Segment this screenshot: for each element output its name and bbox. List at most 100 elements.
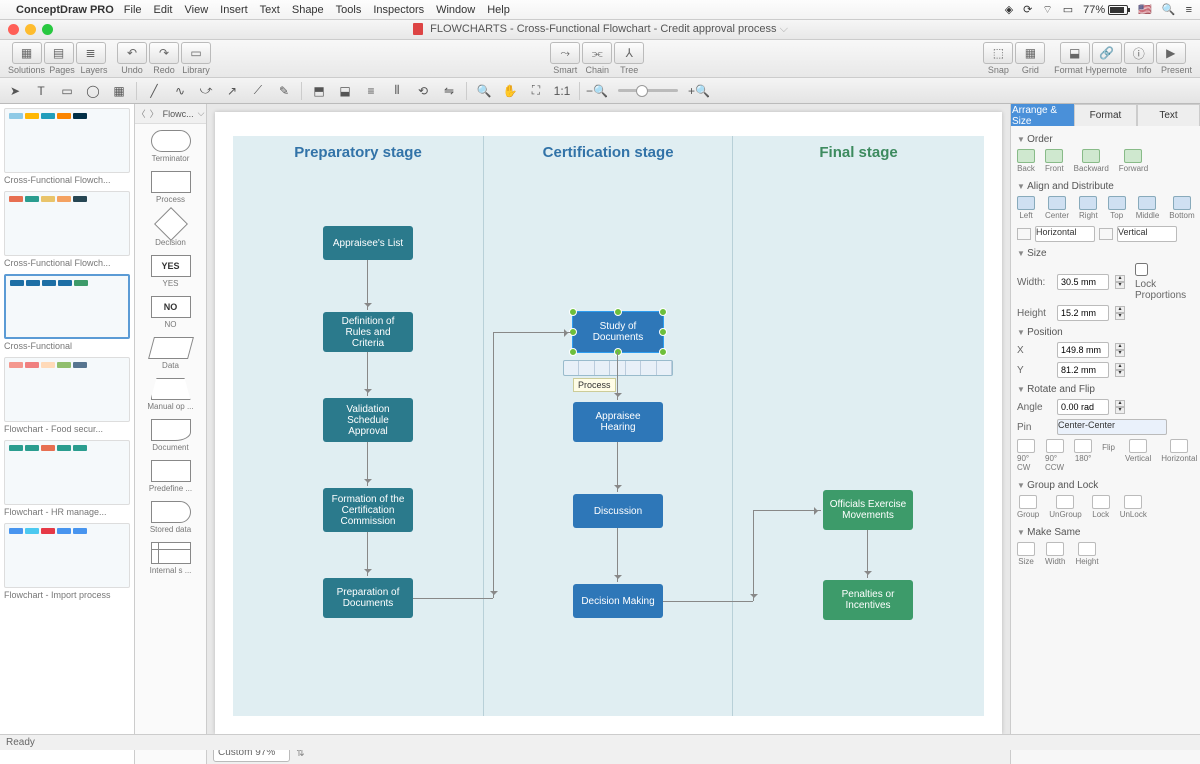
section-rotate-title[interactable]: Rotate and Flip (1017, 380, 1194, 397)
tab-format[interactable]: Format (1074, 104, 1137, 126)
distribute-tool-icon[interactable]: ⫴ (386, 81, 408, 101)
section-align-title[interactable]: Align and Distribute (1017, 177, 1194, 194)
hypernote-button[interactable]: 🔗 (1092, 42, 1122, 64)
angle-input[interactable] (1057, 399, 1109, 415)
menu-inspectors[interactable]: Inspectors (373, 4, 424, 16)
box-rules-criteria[interactable]: Definition of Rules and Criteria (323, 312, 413, 352)
flip-v-button[interactable] (1129, 439, 1147, 453)
status-spotlight-icon[interactable]: 🔍 (1162, 3, 1176, 16)
align-left-button[interactable] (1017, 196, 1035, 210)
align-middle-button[interactable] (1138, 196, 1156, 210)
resize-handle[interactable] (614, 308, 622, 316)
rect-tool-icon[interactable]: ▭ (56, 81, 78, 101)
rotate-tool-icon[interactable]: ⟲ (412, 81, 434, 101)
shapes-panel-header[interactable]: 〈 〉 Flowc... ⌵ (135, 104, 206, 124)
smart-button[interactable]: ⤳ (550, 42, 580, 64)
shape-stencil[interactable]: Decision (135, 206, 206, 249)
info-button[interactable]: ⓘ (1124, 42, 1154, 64)
box-preparation[interactable]: Preparation of Documents (323, 578, 413, 618)
status-flag-icon[interactable]: 🇺🇸 (1138, 3, 1152, 16)
menu-insert[interactable]: Insert (220, 4, 248, 16)
flip-tool-icon[interactable]: ⇋ (438, 81, 460, 101)
shape-stencil[interactable]: Document (135, 413, 206, 454)
box-decision-making[interactable]: Decision Making (573, 584, 663, 618)
connector-tool-icon[interactable]: ↗ (221, 81, 243, 101)
group-tool-icon[interactable]: ⬒ (308, 81, 330, 101)
resize-handle[interactable] (569, 348, 577, 356)
shape-stencil[interactable]: Terminator (135, 124, 206, 165)
distribute-v-select[interactable]: Vertical (1117, 226, 1177, 242)
app-name[interactable]: ConceptDraw PRO (16, 4, 114, 16)
x-input[interactable] (1057, 342, 1109, 358)
chain-button[interactable]: ⫘ (582, 42, 612, 64)
rotate-180-button[interactable] (1074, 439, 1092, 453)
makesame-width-button[interactable] (1046, 542, 1064, 556)
tree-button[interactable]: ⅄ (614, 42, 644, 64)
align-center-button[interactable] (1048, 196, 1066, 210)
lock-button[interactable] (1092, 495, 1110, 509)
resize-handle[interactable] (569, 308, 577, 316)
section-size-title[interactable]: Size (1017, 244, 1194, 261)
menu-text[interactable]: Text (260, 4, 280, 16)
tab-arrange-size[interactable]: Arrange & Size (1011, 104, 1074, 126)
canvas[interactable]: Preparatory stage Certification stage Fi… (215, 112, 1002, 734)
menu-edit[interactable]: Edit (154, 4, 173, 16)
shape-stencil[interactable]: Data (135, 331, 206, 372)
x-stepper[interactable]: ▴▾ (1115, 343, 1125, 357)
section-group-title[interactable]: Group and Lock (1017, 476, 1194, 493)
pin-select[interactable]: Center-Center (1057, 419, 1167, 435)
tab-text[interactable]: Text (1137, 104, 1200, 126)
actual-size-icon[interactable]: 1:1 (551, 81, 573, 101)
menu-help[interactable]: Help (487, 4, 510, 16)
height-input[interactable] (1057, 305, 1109, 321)
menu-file[interactable]: File (124, 4, 142, 16)
status-battery[interactable]: 77% (1083, 4, 1128, 16)
shape-stencil[interactable]: Process (135, 165, 206, 206)
curve-tool-icon[interactable]: ∿ (169, 81, 191, 101)
flip-h-button[interactable] (1170, 439, 1188, 453)
width-input[interactable] (1057, 274, 1109, 290)
order-back-button[interactable] (1017, 149, 1035, 163)
box-officials-exercise[interactable]: Officials Exercise Movements (823, 490, 913, 530)
doc-thumbnail[interactable]: Flowchart - Food secur... (4, 357, 130, 434)
menu-tools[interactable]: Tools (336, 4, 362, 16)
box-appraisees-list[interactable]: Appraisee's List (323, 226, 413, 260)
shape-stencil[interactable]: Stored data (135, 495, 206, 536)
text-tool-icon[interactable]: T (30, 81, 52, 101)
section-position-title[interactable]: Position (1017, 323, 1194, 340)
shape-stencil[interactable]: YESYES (135, 249, 206, 290)
ungroup-button[interactable] (1056, 495, 1074, 509)
hand-tool-icon[interactable]: ✋ (499, 81, 521, 101)
pointer-tool-icon[interactable]: ➤ (4, 81, 26, 101)
distribute-h-icon[interactable] (1017, 228, 1031, 240)
resize-handle[interactable] (659, 308, 667, 316)
zoom-out-icon[interactable]: −🔍 (586, 81, 608, 101)
resize-handle[interactable] (614, 348, 622, 356)
menu-view[interactable]: View (185, 4, 209, 16)
format-button[interactable]: ⬓ (1060, 42, 1090, 64)
makesame-size-button[interactable] (1017, 542, 1035, 556)
present-button[interactable]: ▶ (1156, 42, 1186, 64)
resize-handle[interactable] (659, 348, 667, 356)
shape-stencil[interactable]: Internal s ... (135, 536, 206, 577)
grid-button[interactable]: ▦ (1015, 42, 1045, 64)
ellipse-tool-icon[interactable]: ◯ (82, 81, 104, 101)
shape-mini-toolbar[interactable] (563, 360, 673, 376)
menu-window[interactable]: Window (436, 4, 475, 16)
lock-proportions-checkbox[interactable] (1135, 263, 1148, 276)
rotate-cw-button[interactable] (1017, 439, 1035, 453)
ungroup-tool-icon[interactable]: ⬓ (334, 81, 356, 101)
layers-button[interactable]: ≣ (76, 42, 106, 64)
shape-stencil[interactable]: Manual op ... (135, 372, 206, 413)
menu-shape[interactable]: Shape (292, 4, 324, 16)
status-menu-icon[interactable]: ≡ (1186, 4, 1192, 16)
shape-stencil[interactable]: NONO (135, 290, 206, 331)
distribute-v-icon[interactable] (1099, 228, 1113, 240)
zoom-tool-icon[interactable]: 🔍 (473, 81, 495, 101)
section-order-title[interactable]: Order (1017, 130, 1194, 147)
doc-thumbnail[interactable]: Flowchart - HR manage... (4, 440, 130, 517)
group-button[interactable] (1019, 495, 1037, 509)
width-stepper[interactable]: ▴▾ (1115, 275, 1125, 289)
solutions-button[interactable]: ▦ (12, 42, 42, 64)
distribute-h-select[interactable]: Horizontal (1035, 226, 1095, 242)
